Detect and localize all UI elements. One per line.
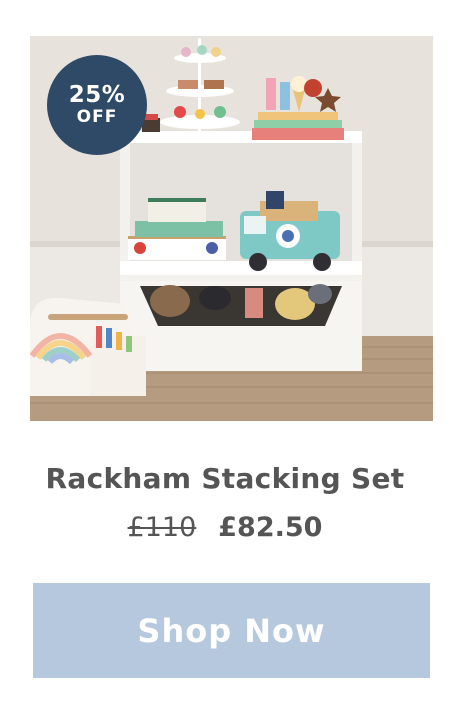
shop-now-label: Shop Now [137,611,326,650]
discount-percent: 25% [68,82,126,108]
price-row: £110 £82.50 [0,512,450,543]
sale-price: £82.50 [218,512,323,543]
product-title[interactable]: Rackham Stacking Set [0,462,450,495]
product-card: 25% OFF Rackham Stacking Set £110 £82.50… [0,0,450,709]
discount-badge: 25% OFF [47,55,147,155]
discount-off-label: OFF [76,107,118,127]
shop-now-button[interactable]: Shop Now [33,583,430,678]
original-price: £110 [127,512,197,543]
